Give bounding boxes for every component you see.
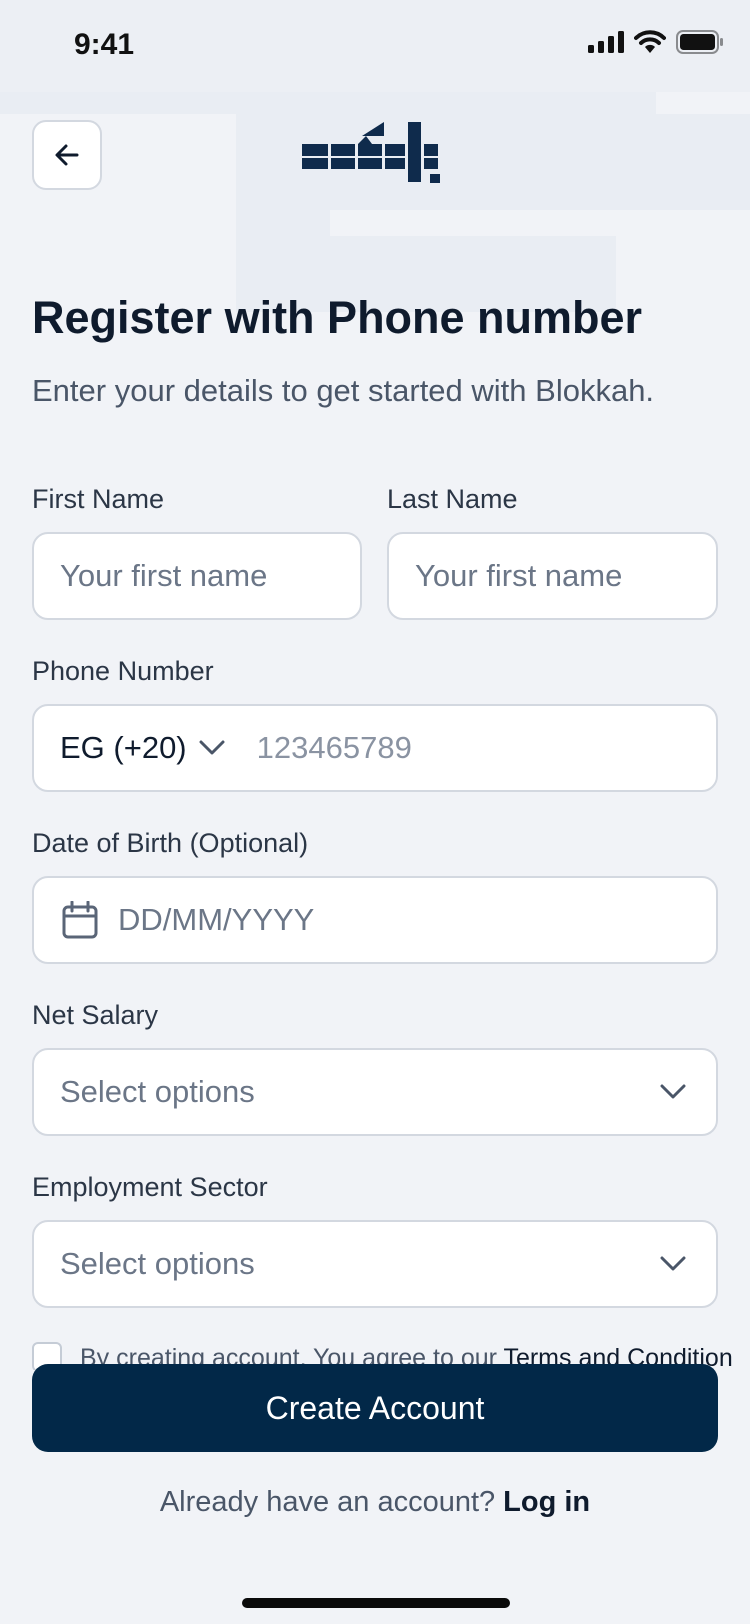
- login-row: Already have an account? Log in: [0, 1486, 750, 1519]
- calendar-icon: [62, 901, 98, 939]
- status-icons: [588, 30, 724, 54]
- signal-icon: [588, 31, 624, 53]
- last-name-label: Last Name: [387, 484, 518, 514]
- home-indicator: [242, 1598, 510, 1608]
- employment-sector-placeholder: Select options: [60, 1246, 255, 1281]
- chevron-down-icon: [199, 740, 225, 755]
- login-link[interactable]: Log in: [503, 1486, 590, 1518]
- net-salary-select[interactable]: Select options: [32, 1048, 718, 1136]
- net-salary-placeholder: Select options: [60, 1074, 255, 1109]
- first-name-label: First Name: [32, 484, 165, 514]
- first-name-placeholder: Your first name: [60, 558, 268, 593]
- country-code: EG (+20): [60, 730, 187, 765]
- arrow-left-icon: [55, 144, 79, 166]
- wifi-icon: [634, 30, 666, 53]
- net-salary-label: Net Salary: [32, 1000, 159, 1030]
- phone-label: Phone Number: [32, 656, 214, 686]
- first-name-field[interactable]: Your first name: [32, 532, 362, 620]
- phone-input-placeholder: 123465789: [256, 730, 412, 765]
- battery-icon: [676, 30, 723, 54]
- create-account-button[interactable]: Create Account: [32, 1364, 718, 1452]
- chevron-down-icon: [660, 1084, 686, 1099]
- last-name-placeholder: Your first name: [415, 558, 623, 593]
- page-title: Register with Phone number: [32, 292, 643, 343]
- dob-field[interactable]: DD/MM/YYYY: [32, 876, 718, 964]
- dob-placeholder: DD/MM/YYYY: [118, 902, 315, 937]
- last-name-field[interactable]: Your first name: [387, 532, 718, 620]
- status-bar: 9:41: [0, 0, 750, 92]
- back-button[interactable]: [32, 120, 102, 190]
- page-subtitle: Enter your details to get started with B…: [32, 373, 655, 408]
- chevron-down-icon: [660, 1256, 686, 1271]
- blokkah-logo: [302, 122, 440, 183]
- status-time: 9:41: [74, 28, 135, 61]
- login-prompt: Already have an account?: [159, 1486, 496, 1518]
- phone-field[interactable]: EG (+20) 123465789: [32, 704, 718, 792]
- employment-sector-select[interactable]: Select options: [32, 1220, 718, 1308]
- dob-label: Date of Birth (Optional): [32, 828, 309, 858]
- country-code-selector[interactable]: EG (+20): [60, 730, 225, 766]
- employment-sector-label: Employment Sector: [32, 1172, 268, 1202]
- background-decoration: [0, 92, 656, 114]
